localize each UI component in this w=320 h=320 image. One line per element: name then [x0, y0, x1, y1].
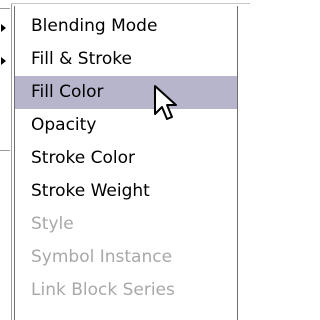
submenu-arrow-icon[interactable]	[1, 24, 6, 32]
menu-top-edge	[11, 0, 250, 4]
screen: Blending Mode Fill & Stroke Fill Color O…	[0, 0, 250, 320]
menu-item-stroke-weight[interactable]: Stroke Weight	[15, 175, 237, 208]
menu-item-link-block-series: Link Block Series	[31, 280, 175, 300]
menu-item-stroke-color[interactable]: Stroke Color	[15, 142, 237, 175]
menu-item-fill-color[interactable]: Fill Color	[15, 76, 237, 109]
submenu: Blending Mode Fill & Stroke Fill Color O…	[14, 6, 238, 320]
submenu-list: Blending Mode Fill & Stroke Fill Color O…	[15, 10, 237, 307]
menu-item-style: Style	[31, 214, 74, 234]
submenu-arrow-icon[interactable]	[1, 57, 6, 65]
parent-menu-separator	[0, 8, 10, 9]
menu-item-blending-mode[interactable]: Blending Mode	[15, 10, 237, 43]
menu-item-opacity[interactable]: Opacity	[15, 109, 237, 142]
parent-menu-separator	[0, 150, 10, 151]
parent-menu	[0, 0, 12, 320]
arrow-cursor-icon	[154, 85, 177, 120]
menu-item-fill-and-stroke[interactable]: Fill & Stroke	[15, 43, 237, 76]
menu-item-symbol-instance: Symbol Instance	[31, 247, 173, 267]
